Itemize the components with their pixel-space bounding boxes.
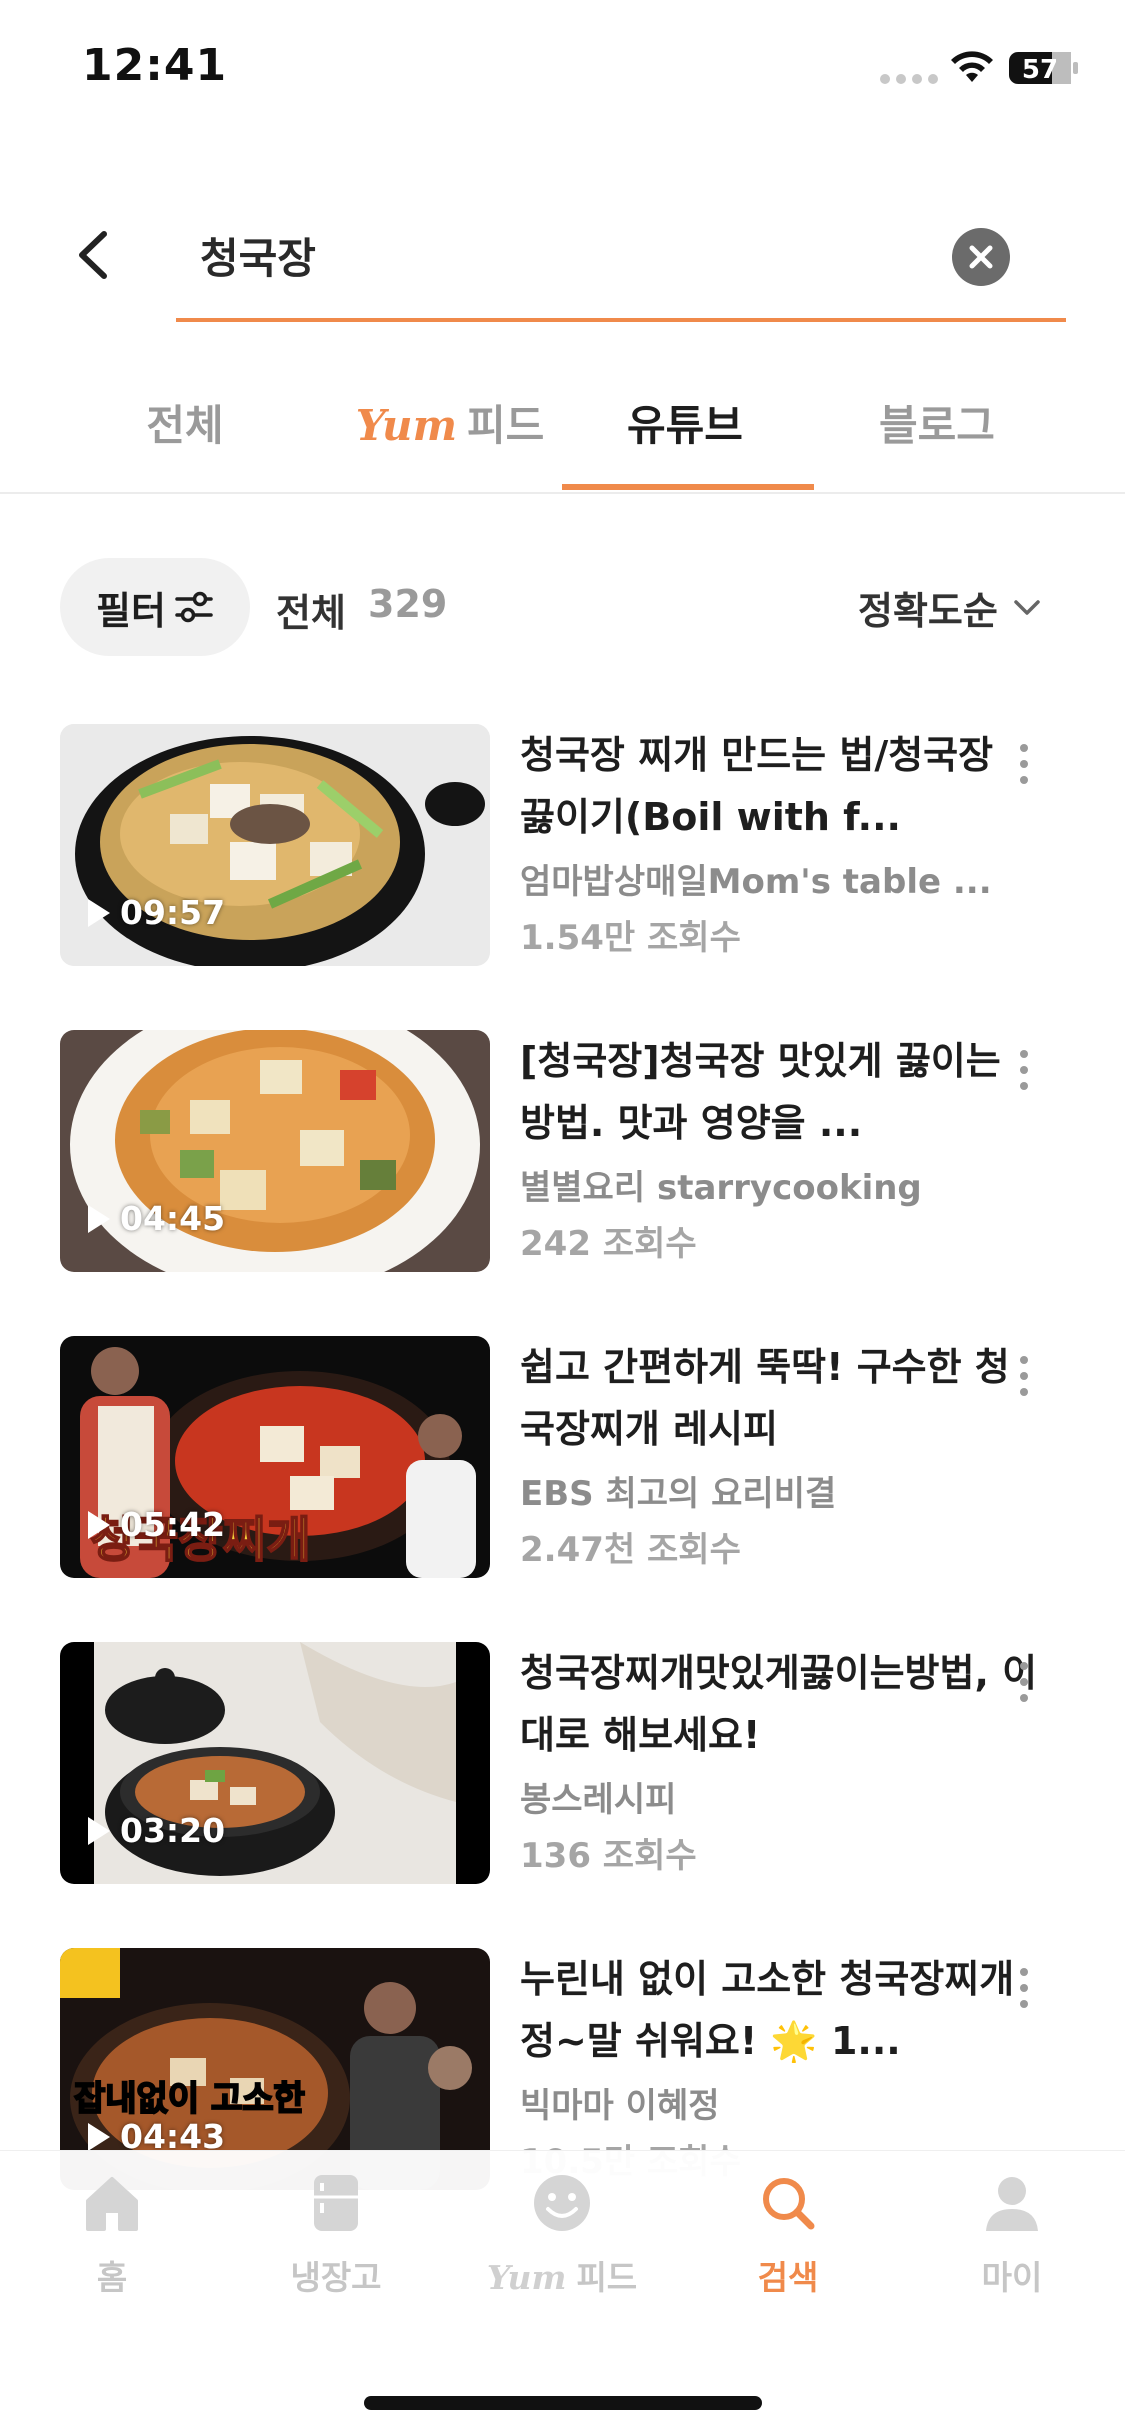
video-title[interactable]: 청국장찌개맛있게끓이는방법, 이대로 해보세요! xyxy=(520,1642,1040,1766)
nav-home-label: 홈 xyxy=(96,2258,128,2297)
clear-search-button[interactable] xyxy=(952,228,1010,286)
sort-label: 정확도순 xyxy=(858,589,998,633)
fridge-icon xyxy=(314,2175,358,2231)
home-icon xyxy=(86,2177,138,2231)
more-options-button[interactable] xyxy=(1004,1958,1044,2018)
close-icon xyxy=(969,245,993,269)
play-icon xyxy=(88,1816,110,1845)
active-tab-indicator xyxy=(562,484,814,490)
tab-all[interactable]: 전체 xyxy=(105,392,265,462)
video-item[interactable]: 청국장찌개 05:42 쉽고 간편하게 뚝딱! 구수한 청국장찌개 레시피 EB… xyxy=(60,1336,1070,1578)
video-title[interactable]: 쉽고 간편하게 뚝딱! 구수한 청국장찌개 레시피 xyxy=(520,1336,1040,1460)
cellular-signal-icon xyxy=(880,74,938,84)
battery-icon: 57 xyxy=(1009,52,1078,85)
nav-fridge[interactable]: 냉장고 xyxy=(256,2171,416,2299)
nav-my[interactable]: 마이 xyxy=(932,2171,1092,2299)
chevron-left-icon xyxy=(79,231,107,279)
yum-logo: Yum xyxy=(355,401,458,450)
tab-bar: 전체 Yum 피드 유튜브 블로그 xyxy=(0,360,1125,494)
video-item[interactable]: 03:20 청국장찌개맛있게끓이는방법, 이대로 해보세요! 봉스레시피 136… xyxy=(60,1642,1070,1884)
video-duration: 09:57 xyxy=(88,893,225,932)
smile-icon xyxy=(534,2175,590,2231)
video-item[interactable]: 04:45 [청국장]청국장 맛있게 끓이는 방법. 맛과 영양을 ... 별별… xyxy=(60,1030,1070,1272)
total-label: 전체 xyxy=(276,591,346,635)
back-button[interactable] xyxy=(66,220,122,290)
video-duration: 03:20 xyxy=(88,1811,225,1850)
video-title[interactable]: 청국장 찌개 만드는 법/청국장 끓이기(Boil with f... xyxy=(520,724,1040,848)
nav-search[interactable]: 검색 xyxy=(708,2171,868,2299)
nav-home[interactable]: 홈 xyxy=(32,2171,192,2299)
tab-all-label: 전체 xyxy=(146,401,224,450)
video-thumbnail[interactable]: 청국장찌개 05:42 xyxy=(60,1336,490,1578)
play-icon xyxy=(88,2122,110,2151)
tab-feed-label: 피드 xyxy=(467,401,545,450)
video-channel: 봉스레시피 xyxy=(520,1780,677,1820)
video-channel: EBS 최고의 요리비결 xyxy=(520,1474,837,1514)
wifi-icon xyxy=(951,51,993,82)
tab-yum-feed[interactable]: Yum 피드 xyxy=(350,392,550,462)
tab-youtube[interactable]: 유튜브 xyxy=(600,392,770,462)
person-icon xyxy=(986,2177,1038,2231)
video-item[interactable]: 09:57 청국장 찌개 만드는 법/청국장 끓이기(Boil with f..… xyxy=(60,724,1070,966)
video-views: 1.54만 조회수 xyxy=(520,918,741,958)
nav-yum-feed[interactable]: Yum 피드 xyxy=(462,2171,662,2299)
filter-label: 필터 xyxy=(96,588,166,633)
more-options-button[interactable] xyxy=(1004,1346,1044,1406)
sliders-icon xyxy=(175,591,213,623)
search-input[interactable] xyxy=(176,220,916,290)
video-thumbnail[interactable]: 09:57 xyxy=(60,724,490,966)
video-thumbnail[interactable]: 04:45 xyxy=(60,1030,490,1272)
tab-youtube-label: 유튜브 xyxy=(627,401,743,450)
video-thumbnail[interactable]: 03:20 xyxy=(60,1642,490,1884)
search-underline xyxy=(176,318,1066,322)
video-views: 242 조회수 xyxy=(520,1224,697,1264)
video-duration: 05:42 xyxy=(88,1505,225,1544)
chevron-down-icon xyxy=(1014,599,1040,615)
video-channel: 빅마마 이혜정 xyxy=(520,2086,720,2126)
video-duration: 04:45 xyxy=(88,1199,225,1238)
more-options-button[interactable] xyxy=(1004,734,1044,794)
total-count: 329 xyxy=(368,582,448,626)
video-channel: 엄마밥상매일Mom's table ... xyxy=(520,862,992,902)
battery-level: 57 xyxy=(1022,55,1058,85)
search-icon xyxy=(763,2178,815,2230)
play-icon xyxy=(88,1510,110,1539)
more-options-button[interactable] xyxy=(1004,1652,1044,1712)
play-icon xyxy=(88,898,110,927)
nav-fridge-label: 냉장고 xyxy=(290,2258,382,2297)
thumbnail-caption: 잡내없이 고소한 xyxy=(74,2079,305,2119)
video-title[interactable]: 누린내 없이 고소한 청국장찌개 정~말 쉬워요! 🌟 1... xyxy=(520,1948,1040,2072)
video-channel: 별별요리 starrycooking xyxy=(520,1168,922,1208)
tab-blog[interactable]: 블로그 xyxy=(857,392,1017,462)
nav-my-label: 마이 xyxy=(981,2258,1043,2297)
video-title[interactable]: [청국장]청국장 맛있게 끓이는 방법. 맛과 영양을 ... xyxy=(520,1030,1040,1154)
play-icon xyxy=(88,1204,110,1233)
home-indicator[interactable] xyxy=(364,2396,762,2410)
sort-dropdown[interactable]: 정확도순 xyxy=(858,580,1042,635)
status-time: 12:41 xyxy=(82,40,228,91)
filter-button[interactable]: 필터 xyxy=(60,558,250,656)
nav-search-label: 검색 xyxy=(757,2258,819,2297)
status-bar: 12:41 57 xyxy=(0,0,1125,140)
tab-blog-label: 블로그 xyxy=(879,401,995,450)
nav-feed-label: Yum 피드 xyxy=(486,2258,638,2297)
video-views: 136 조회수 xyxy=(520,1836,697,1876)
bottom-navigation: 홈 냉장고 Yum 피드 검색 마이 xyxy=(0,2150,1125,2436)
video-views: 2.47천 조회수 xyxy=(520,1530,741,1570)
more-options-button[interactable] xyxy=(1004,1040,1044,1100)
